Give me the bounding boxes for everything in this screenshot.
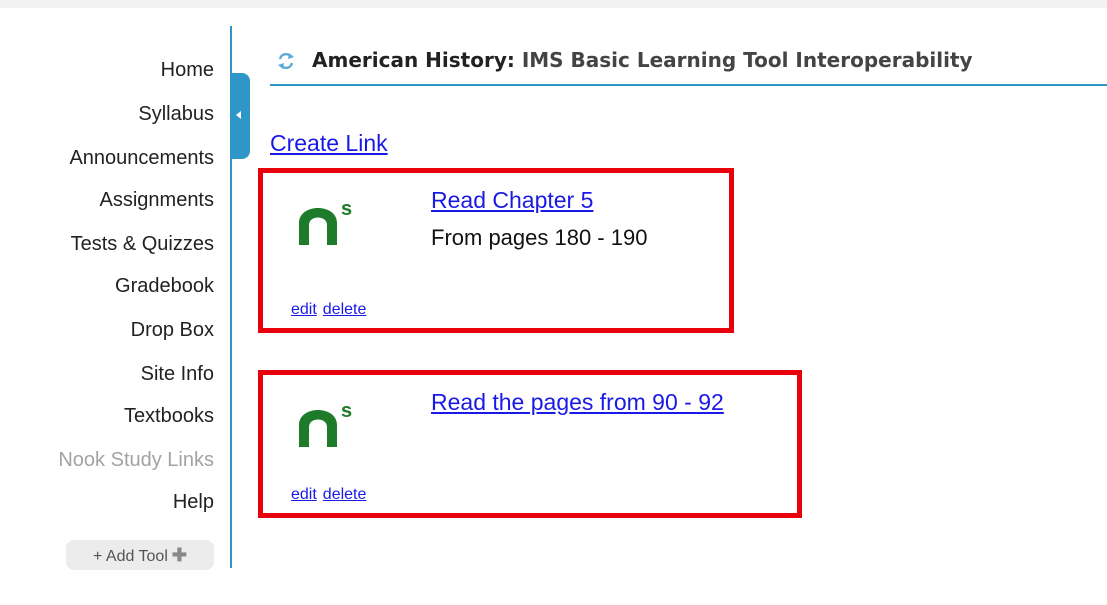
- link-item-title[interactable]: Read the pages from 90 - 92: [431, 389, 724, 416]
- link-item-actions: edit delete: [291, 301, 372, 319]
- sidebar-item-site-info[interactable]: Site Info: [141, 362, 214, 386]
- site-name: American History:: [312, 48, 515, 72]
- nook-study-logo-icon: s: [299, 400, 352, 447]
- delete-link-button[interactable]: delete: [323, 301, 367, 318]
- link-item-description: From pages 180 - 190: [431, 225, 648, 250]
- link-item: s Read the pages from 90 - 92 edit delete: [258, 370, 802, 518]
- sidebar-item-help[interactable]: Help: [173, 490, 214, 514]
- edit-link-button[interactable]: edit: [291, 486, 317, 503]
- plus-icon: ✚: [171, 545, 187, 565]
- sidebar-item-nook-study-links: Nook Study Links: [58, 449, 214, 471]
- collapse-sidebar-button[interactable]: [230, 73, 250, 159]
- nook-study-logo-icon: s: [299, 198, 352, 245]
- collapse-arrow-icon: [236, 111, 241, 119]
- link-item: s Read Chapter 5 From pages 180 - 190 ed…: [258, 168, 734, 333]
- link-item-title[interactable]: Read Chapter 5: [431, 187, 593, 214]
- sidebar-item-drop-box[interactable]: Drop Box: [131, 318, 214, 342]
- svg-text:s: s: [341, 400, 352, 422]
- sidebar-item-syllabus[interactable]: Syllabus: [138, 102, 214, 126]
- svg-text:s: s: [341, 198, 352, 220]
- sidebar-item-gradebook[interactable]: Gradebook: [115, 274, 214, 298]
- delete-link-button[interactable]: delete: [323, 486, 367, 503]
- sidebar-item-assignments[interactable]: Assignments: [100, 188, 215, 212]
- add-tool-button[interactable]: + Add Tool ✚: [66, 540, 214, 570]
- create-link-button[interactable]: Create Link: [270, 130, 388, 157]
- sidebar-item-home[interactable]: Home: [161, 58, 214, 82]
- link-item-actions: edit delete: [291, 486, 372, 504]
- sidebar-item-tests-quizzes[interactable]: Tests & Quizzes: [71, 232, 214, 256]
- sidebar-item-textbooks[interactable]: Textbooks: [124, 404, 214, 428]
- page: Home Syllabus Announcements Assignments …: [0, 8, 1107, 605]
- add-tool-label: + Add Tool: [93, 548, 168, 565]
- edit-link-button[interactable]: edit: [291, 301, 317, 318]
- sidebar-item-announcements[interactable]: Announcements: [69, 146, 214, 170]
- page-title: American History: IMS Basic Learning Too…: [312, 48, 973, 72]
- reset-icon[interactable]: [276, 51, 296, 71]
- tool-header: American History: IMS Basic Learning Too…: [270, 48, 1107, 86]
- sidebar: Home Syllabus Announcements Assignments …: [0, 8, 230, 570]
- tool-name: IMS Basic Learning Tool Interoperability: [521, 48, 973, 72]
